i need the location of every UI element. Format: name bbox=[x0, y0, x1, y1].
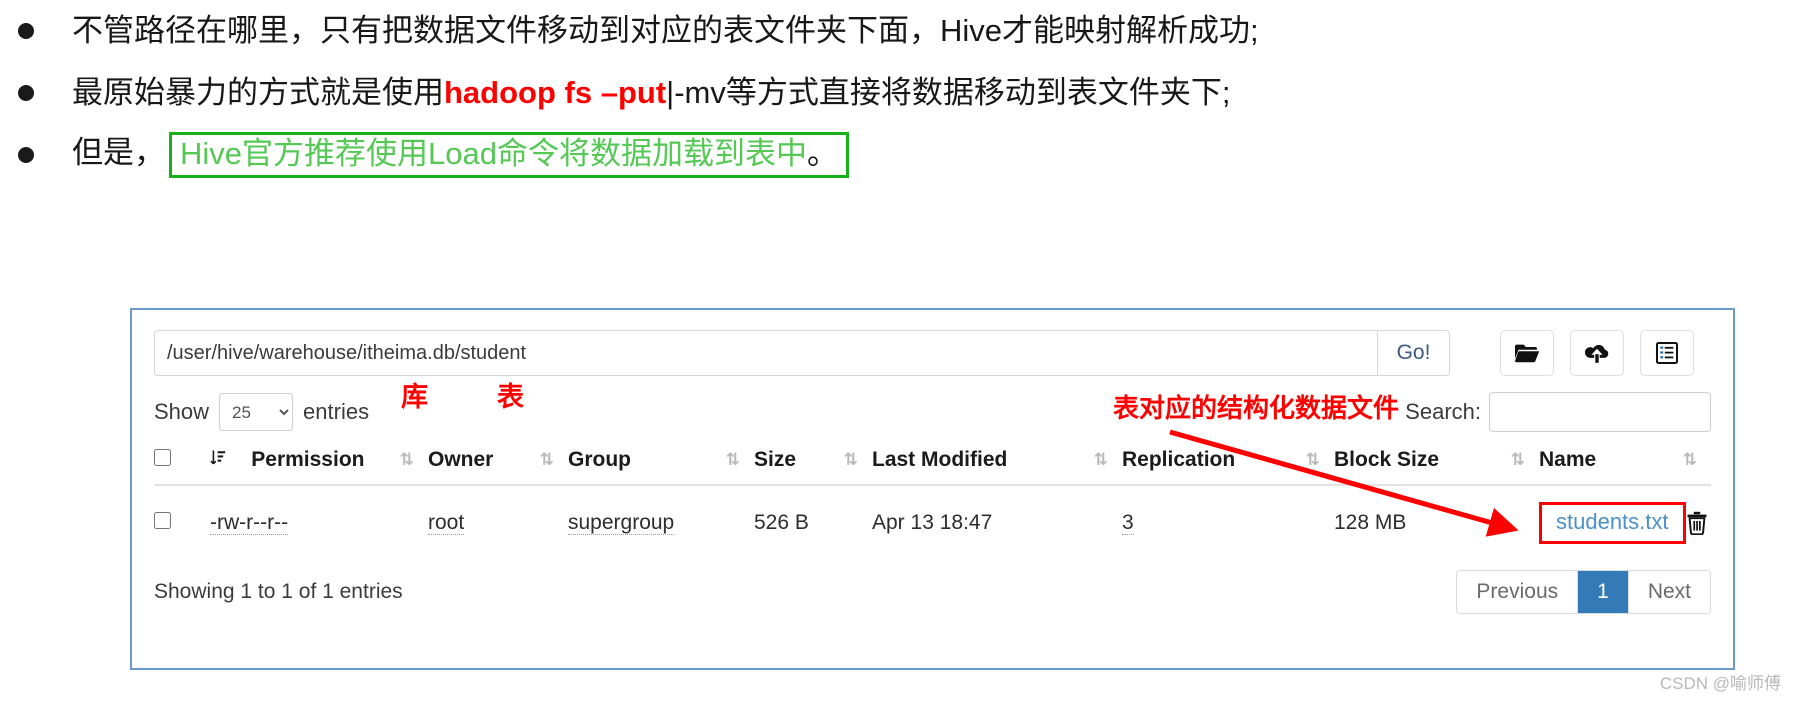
sort-toggle-icon[interactable]: ⇅ bbox=[1683, 450, 1697, 470]
bullet-text-3: 但是， Hive官方推荐使用Load命令将数据加载到表中。 bbox=[72, 132, 849, 178]
sort-toggle-icon[interactable]: ⇅ bbox=[400, 450, 414, 470]
hdfs-file-table: Permission ⇅ Owner ⇅ Group ⇅ Size ⇅ Last… bbox=[154, 444, 1711, 562]
bullet-dot-icon bbox=[18, 23, 34, 39]
column-header-owner[interactable]: Owner ⇅ bbox=[428, 444, 568, 486]
file-name-link[interactable]: students.txt bbox=[1539, 502, 1686, 544]
cell-owner: root bbox=[428, 485, 568, 562]
bullet-3-boxed-text: Hive官方推荐使用Load命令将数据加载到表中 bbox=[180, 136, 807, 172]
column-label-group: Group bbox=[568, 448, 631, 471]
size-value: 526 B bbox=[754, 511, 809, 534]
cell-size: 526 B bbox=[754, 485, 872, 562]
cell-block-size: 128 MB bbox=[1334, 485, 1539, 562]
bullet-3-emphasis-box: Hive官方推荐使用Load命令将数据加载到表中。 bbox=[169, 132, 849, 178]
show-label: Show bbox=[154, 399, 210, 424]
cell-replication: 3 bbox=[1122, 485, 1334, 562]
column-header-block-size[interactable]: Block Size ⇅ bbox=[1334, 444, 1539, 486]
pagination-previous-button[interactable]: Previous bbox=[1457, 571, 1579, 613]
sort-toggle-icon[interactable]: ⇅ bbox=[1094, 450, 1108, 470]
trash-icon bbox=[1686, 511, 1708, 538]
column-header-select-all bbox=[154, 444, 210, 486]
column-label-last-modified: Last Modified bbox=[872, 448, 1008, 471]
column-header-replication[interactable]: Replication ⇅ bbox=[1122, 444, 1334, 486]
column-label-permission: Permission bbox=[251, 448, 365, 471]
group-value[interactable]: supergroup bbox=[568, 511, 675, 535]
select-all-checkbox[interactable] bbox=[154, 449, 171, 466]
entries-label: entries bbox=[303, 399, 370, 424]
block-size-value: 128 MB bbox=[1334, 511, 1407, 534]
sort-toggle-icon[interactable]: ⇅ bbox=[726, 450, 740, 470]
permission-value[interactable]: -rw-r--r-- bbox=[210, 511, 289, 535]
bullet-list: 不管路径在哪里，只有把数据文件移动到对应的表文件夹下面，Hive才能映射解析成功… bbox=[0, 0, 1797, 186]
path-toolbar: Go! bbox=[132, 310, 1733, 376]
go-button[interactable]: Go! bbox=[1377, 330, 1450, 376]
search-input[interactable] bbox=[1489, 392, 1711, 432]
row-select-cell bbox=[154, 485, 210, 562]
column-label-replication: Replication bbox=[1122, 448, 1236, 471]
bullet-text-1: 不管路径在哪里，只有把数据文件移动到对应的表文件夹下面，Hive才能映射解析成功… bbox=[72, 12, 1259, 48]
column-label-size: Size bbox=[754, 448, 797, 471]
bullet-2-suffix: |-mv等方式直接将数据移动到表文件夹下; bbox=[666, 74, 1231, 110]
column-header-permission[interactable]: Permission ⇅ bbox=[210, 444, 428, 486]
upload-files-button[interactable] bbox=[1570, 330, 1624, 376]
show-entries-control: Show 25 entries bbox=[154, 393, 369, 431]
table-head: Permission ⇅ Owner ⇅ Group ⇅ Size ⇅ Last… bbox=[154, 444, 1711, 486]
last-modified-value: Apr 13 18:47 bbox=[872, 511, 993, 534]
cell-name: students.txt bbox=[1539, 485, 1711, 562]
toolbar-icon-buttons bbox=[1500, 330, 1694, 376]
pagination-next-button[interactable]: Next bbox=[1628, 571, 1710, 613]
sort-toggle-icon[interactable]: ⇅ bbox=[540, 450, 554, 470]
folder-open-icon bbox=[1514, 343, 1540, 363]
path-input[interactable] bbox=[154, 330, 1377, 376]
showing-entries-text: Showing 1 to 1 of 1 entries bbox=[154, 580, 403, 603]
owner-value[interactable]: root bbox=[428, 511, 465, 535]
bullet-item-3: 但是， Hive官方推荐使用Load命令将数据加载到表中。 bbox=[0, 124, 1797, 186]
column-header-last-modified[interactable]: Last Modified ⇅ bbox=[872, 444, 1122, 486]
bullet-2-prefix: 最原始暴力的方式就是使用 bbox=[72, 74, 444, 110]
column-label-name: Name bbox=[1539, 448, 1597, 471]
column-header-group[interactable]: Group ⇅ bbox=[568, 444, 754, 486]
entries-per-page-select[interactable]: 25 bbox=[219, 393, 294, 431]
sort-toggle-icon[interactable]: ⇅ bbox=[1511, 450, 1525, 470]
list-view-icon bbox=[1656, 342, 1678, 364]
search-control: Search: bbox=[1405, 392, 1711, 432]
bullet-3-period: 。 bbox=[806, 136, 838, 172]
table-row: -rw-r--r-- root supergroup 526 B Apr 13 … bbox=[154, 485, 1711, 562]
replication-value[interactable]: 3 bbox=[1122, 511, 1134, 535]
table-controls: Show 25 entries Search: bbox=[132, 376, 1733, 432]
delete-file-button[interactable] bbox=[1686, 511, 1708, 538]
column-header-name[interactable]: Name ⇅ bbox=[1539, 444, 1711, 486]
sort-amount-icon bbox=[210, 450, 226, 465]
path-input-group: Go! bbox=[154, 330, 1450, 376]
row-checkbox[interactable] bbox=[154, 512, 171, 529]
pagination-page-1-button[interactable]: 1 bbox=[1578, 571, 1629, 613]
bullet-text-2: 最原始暴力的方式就是使用hadoop fs –put|-mv等方式直接将数据移动… bbox=[72, 74, 1231, 110]
bullet-2-highlight: hadoop fs –put bbox=[444, 74, 667, 110]
sort-toggle-icon[interactable]: ⇅ bbox=[844, 450, 858, 470]
table-footer: Showing 1 to 1 of 1 entries Previous 1 N… bbox=[132, 562, 1733, 614]
cloud-upload-icon bbox=[1584, 342, 1610, 364]
pagination: Previous 1 Next bbox=[1456, 570, 1711, 614]
bullet-dot-icon bbox=[18, 85, 34, 101]
sort-toggle-icon[interactable]: ⇅ bbox=[1306, 450, 1320, 470]
hdfs-file-browser-panel: Go! bbox=[130, 308, 1735, 670]
search-label: Search: bbox=[1405, 399, 1481, 424]
snapshot-list-button[interactable] bbox=[1640, 330, 1694, 376]
bullet-dot-icon bbox=[18, 147, 34, 163]
new-directory-button[interactable] bbox=[1500, 330, 1554, 376]
bullet-item-1: 不管路径在哪里，只有把数据文件移动到对应的表文件夹下面，Hive才能映射解析成功… bbox=[0, 0, 1797, 62]
table-body: -rw-r--r-- root supergroup 526 B Apr 13 … bbox=[154, 485, 1711, 562]
column-label-owner: Owner bbox=[428, 448, 494, 471]
column-label-sortbar bbox=[210, 448, 226, 472]
bullet-item-2: 最原始暴力的方式就是使用hadoop fs –put|-mv等方式直接将数据移动… bbox=[0, 62, 1797, 124]
column-label-block-size: Block Size bbox=[1334, 448, 1440, 471]
cell-group: supergroup bbox=[568, 485, 754, 562]
cell-last-modified: Apr 13 18:47 bbox=[872, 485, 1122, 562]
cell-permission: -rw-r--r-- bbox=[210, 485, 428, 562]
watermark-text: CSDN @喻师傅 bbox=[1659, 674, 1781, 693]
table-header-row: Permission ⇅ Owner ⇅ Group ⇅ Size ⇅ Last… bbox=[154, 444, 1711, 486]
bullet-3-prefix: 但是， bbox=[72, 135, 165, 171]
column-header-size[interactable]: Size ⇅ bbox=[754, 444, 872, 486]
